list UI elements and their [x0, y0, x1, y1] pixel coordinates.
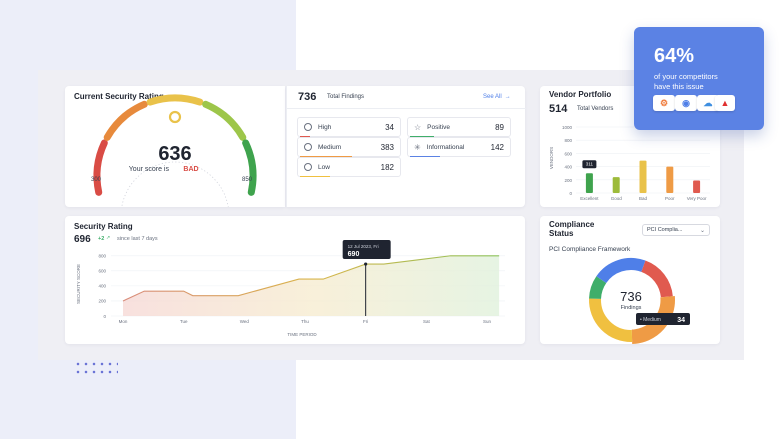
current-security-rating-card: Current Security Rating 636 Your score i… — [65, 86, 285, 207]
y-tick-label: 0 — [569, 191, 572, 196]
sparkle-icon: ✳ — [414, 142, 421, 152]
y-tick-label: 800 — [564, 138, 572, 143]
vendor-bar — [693, 180, 701, 193]
framework-select[interactable]: PCI Complia... ⌄ — [642, 224, 710, 236]
x-tick-label: Mon — [119, 319, 128, 324]
score-status: BAD — [183, 166, 198, 173]
finding-high[interactable]: High 34 — [297, 117, 401, 137]
gauge-max: 850 — [242, 177, 253, 183]
y-axis-label: SECURITY SCORE — [76, 264, 81, 304]
finding-label: Positive — [427, 123, 450, 131]
hover-point — [364, 262, 368, 266]
security-rating-card: Security Rating 696 +2 ↗ since last 7 da… — [65, 216, 525, 344]
finding-value: 142 — [490, 142, 504, 152]
y-tick-label: 800 — [98, 254, 106, 259]
severity-bar — [410, 155, 440, 157]
vendor-bar — [585, 173, 593, 193]
chevron-down-icon: ⌄ — [699, 227, 705, 234]
x-tick-label: Very Poor — [687, 196, 707, 201]
select-value: PCI Complia... — [647, 227, 683, 233]
finding-positive[interactable]: ☆ Positive 89 — [407, 117, 511, 137]
score-caption: Your score is — [129, 166, 170, 173]
finding-value: 89 — [495, 122, 504, 132]
gauge-segment — [103, 100, 148, 141]
gauge-segment — [242, 139, 257, 196]
arrow-right-icon: → — [504, 94, 511, 100]
x-tick-label: Wed — [240, 319, 250, 324]
x-tick-label: Bad — [639, 196, 648, 201]
y-tick-label: 0 — [103, 314, 106, 319]
score-value: 636 — [158, 143, 191, 165]
hubspot-logo: ⚙ — [653, 95, 675, 111]
divider — [287, 108, 526, 109]
gauge-min: 300 — [91, 177, 102, 183]
finding-label: Medium — [318, 143, 342, 151]
y-axis-label: VENDORS — [549, 147, 554, 169]
rating-gauge: 636 Your score is BAD 300 850 — [91, 94, 257, 207]
donut-segment — [589, 276, 607, 300]
severity-bar — [300, 175, 330, 177]
findings-card: 736 Total Findings See All → High 34 ☆ P… — [286, 86, 526, 207]
bar-tooltip-value: 311 — [586, 162, 594, 167]
info-icon — [304, 143, 312, 151]
gauge-segment — [146, 94, 204, 106]
star-icon: ☆ — [414, 122, 422, 132]
security-rating-line-chart: 0 200 400 600 800 SECURITY SCORE Mon Tue Wed Thu F… — [76, 240, 505, 337]
tooltip-value: 690 — [348, 251, 360, 258]
adobe-logo: ▲ — [715, 95, 735, 111]
finding-label: Low — [318, 163, 330, 171]
vendor-bar — [612, 177, 620, 193]
promo-line-2: have this issue — [654, 82, 704, 91]
x-tick-label: Good — [611, 196, 623, 201]
y-tick-label: 400 — [98, 284, 106, 289]
finding-value: 34 — [385, 122, 394, 132]
finding-label: Informational — [426, 143, 465, 151]
see-all-link[interactable]: See All → — [483, 94, 511, 100]
see-all-label: See All — [483, 94, 502, 100]
tooltip-date: 12 Jul 2023, Fri — [348, 244, 379, 249]
y-tick-label: 200 — [564, 178, 572, 183]
gauge-icon — [304, 123, 312, 131]
y-tick-label: 600 — [564, 151, 572, 156]
x-axis-label: TIME PERIOD — [287, 332, 317, 337]
finding-informational[interactable]: ✳ Informational 142 — [407, 137, 511, 157]
vendor-bar — [666, 166, 674, 193]
percent-value: 64% — [654, 45, 695, 67]
finding-label: High — [318, 123, 332, 131]
clock-icon — [304, 163, 312, 171]
x-tick-label: Sun — [483, 319, 492, 324]
y-tick-label: 200 — [98, 299, 106, 304]
finding-medium[interactable]: Medium 383 — [297, 137, 401, 157]
y-tick-label: 400 — [564, 165, 572, 170]
donut-total: 736 — [620, 289, 642, 304]
x-tick-label: Fri — [363, 319, 368, 324]
gauge-segment — [93, 139, 108, 196]
donut-total-label: Findings — [621, 305, 642, 311]
x-tick-label: Thu — [301, 319, 309, 324]
finding-value: 383 — [380, 142, 394, 152]
y-tick-label: 1000 — [562, 125, 573, 130]
x-tick-label: Excellent — [580, 196, 599, 201]
gauge-segment — [202, 100, 247, 141]
vendor-bar — [639, 160, 647, 193]
donut-tooltip-value: 34 — [677, 317, 685, 324]
finding-value: 182 — [380, 162, 394, 172]
promo-line-1: of your competitors — [654, 72, 718, 81]
x-tick-label: Tue — [180, 319, 188, 324]
x-tick-label: Sat — [423, 319, 431, 324]
gauge-indicator — [168, 110, 182, 124]
total-findings-value: 736 — [298, 91, 317, 103]
donut-tooltip-label: • Medium — [640, 317, 661, 323]
x-tick-label: Poor — [665, 196, 675, 201]
finding-low[interactable]: Low 182 — [297, 157, 401, 177]
chrome-logo: ◉ — [675, 95, 697, 111]
competitor-insight-card: 64% of your competitors have this issue — [634, 27, 764, 130]
total-findings-label: Total Findings — [327, 94, 365, 100]
y-tick-label: 600 — [98, 269, 106, 274]
